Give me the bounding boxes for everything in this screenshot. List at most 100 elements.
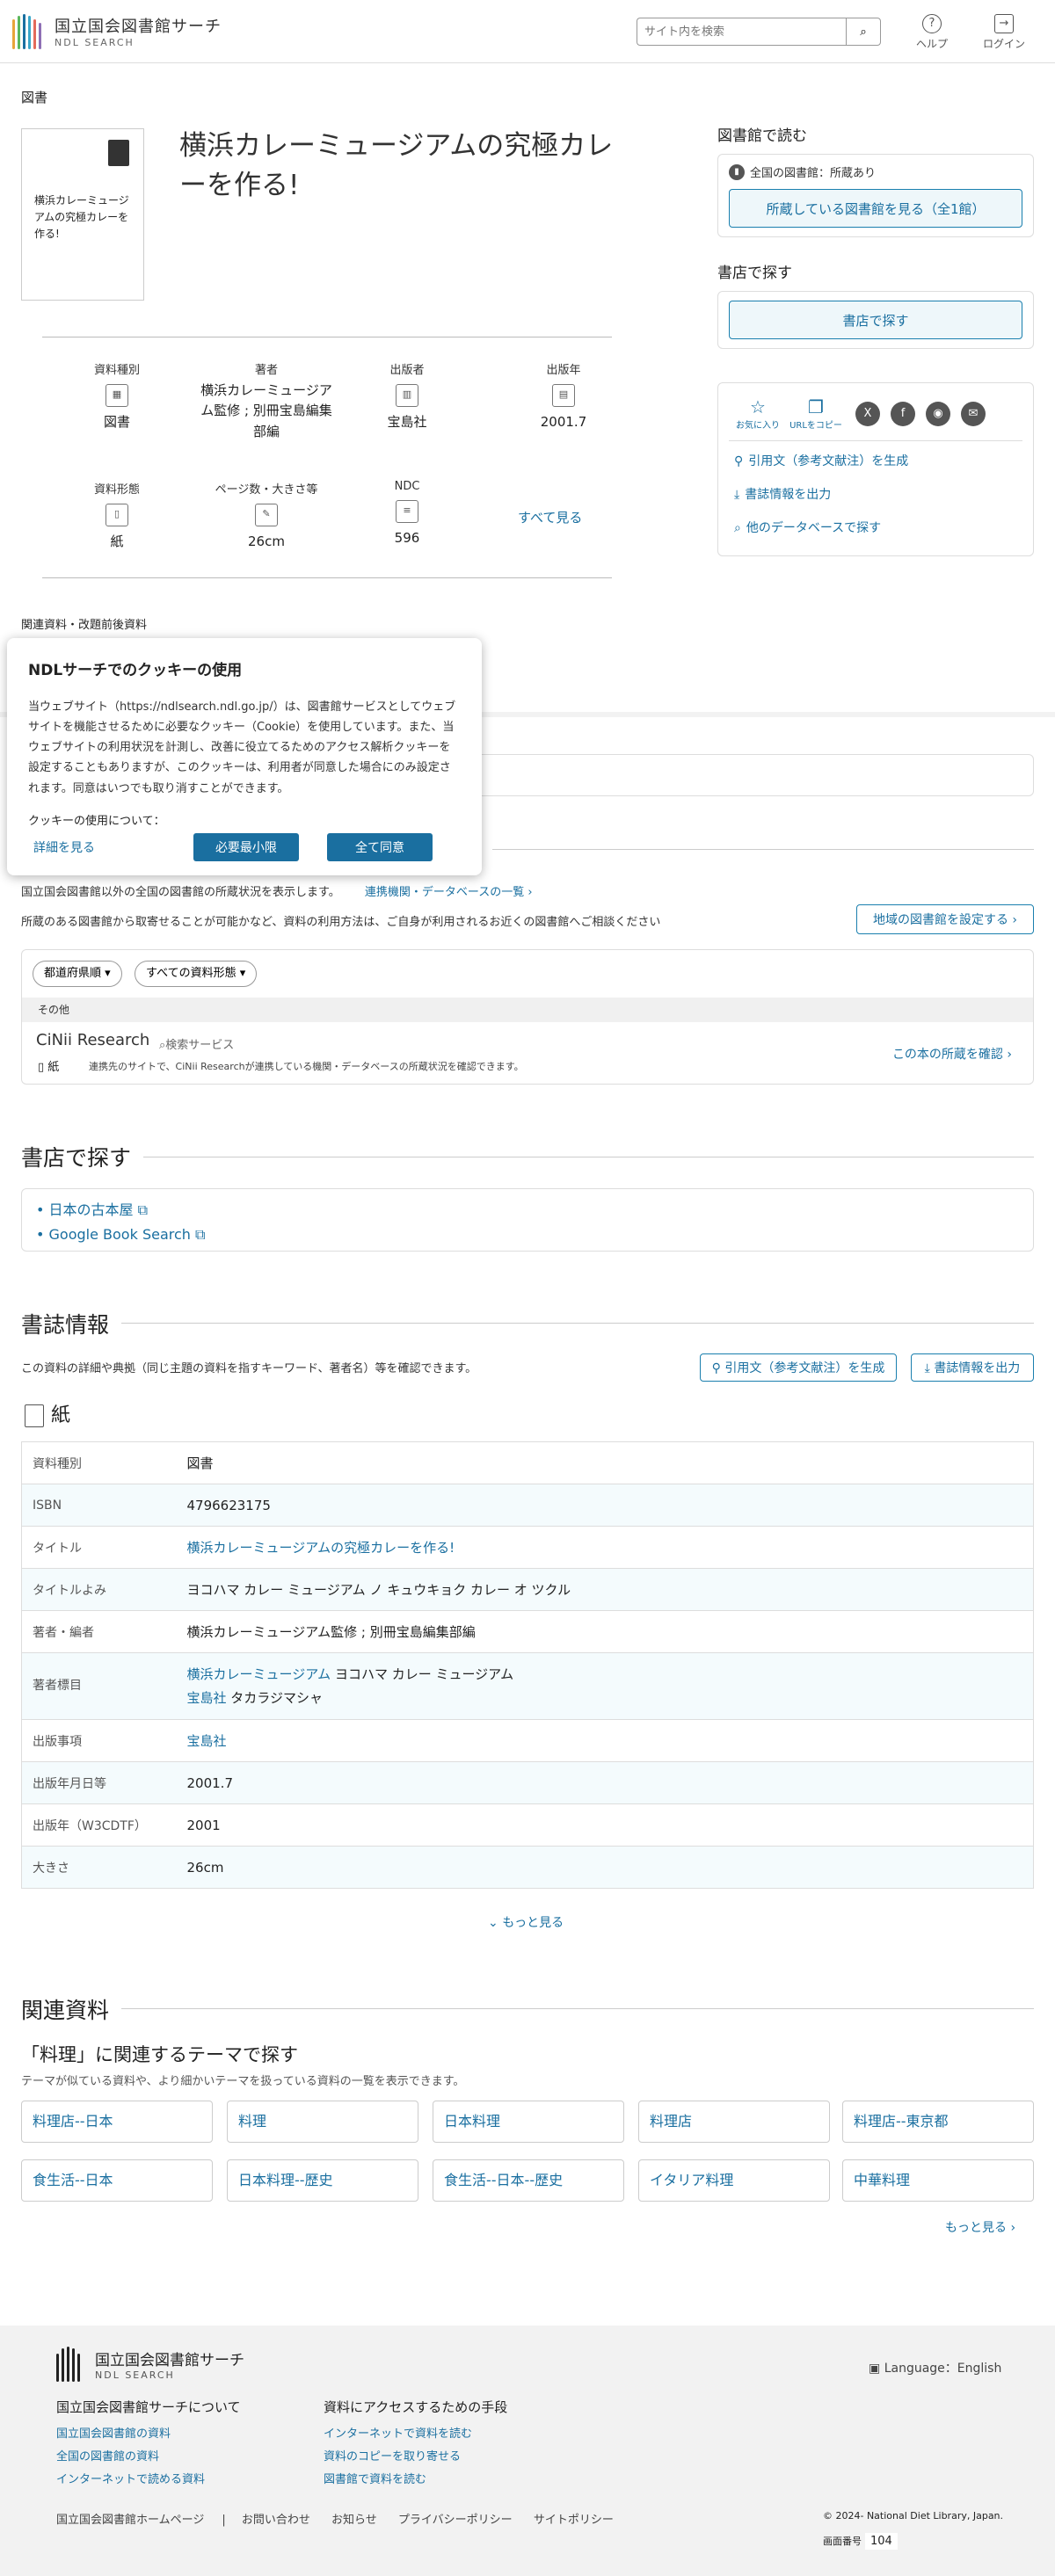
search-input[interactable]	[637, 18, 846, 46]
cite-link[interactable]: ⚲ 引用文（参考文献注）を生成	[734, 452, 1022, 469]
facebook-share-icon[interactable]: f	[891, 401, 915, 426]
meta-type: 資料種別 ▦ 図書	[93, 364, 140, 430]
check-holding-link[interactable]: この本の所蔵を確認 ›	[892, 1045, 1012, 1063]
holder-name: CiNii Research	[36, 1031, 150, 1049]
ruler-icon: ✎	[255, 504, 278, 526]
footer-link[interactable]: 資料のコピーを取り寄せる	[324, 2446, 507, 2469]
library-note-2: 所蔵のある図書館から取寄せることが可能かなど、資料の利用方法は、ご自身が利用され…	[21, 916, 661, 929]
language-icon: ▣	[869, 2362, 884, 2376]
publisher-link[interactable]: 宝島社	[187, 1733, 227, 1749]
footer-bottom-link[interactable]: サイトポリシー	[534, 2514, 614, 2527]
actions-card: ☆ お気に入り ❐ URLをコピー X f ◉ ✉ ⚲ 引用文（参考文献注）を生成 ⤓…	[717, 382, 1034, 556]
theme-tag[interactable]: 日本料理--歴史	[227, 2159, 418, 2202]
copy-url-button[interactable]: ❐ URLをコピー	[787, 396, 845, 431]
title-link[interactable]: 横浜カレーミュージアムの究極カレーを作る!	[187, 1540, 455, 1556]
mail-share-icon[interactable]: ✉	[961, 401, 986, 426]
publisher-icon: ▥	[396, 384, 418, 407]
related-rule	[21, 2008, 1034, 2009]
book-thumbnail: 横浜カレーミュージアムの究極カレーを作る!	[21, 128, 144, 301]
form-filter-dropdown[interactable]: すべての資料形態 ▾	[135, 961, 258, 987]
meta-form: 資料形態 ▯ 紙	[93, 483, 140, 549]
cookie-detail-link[interactable]: 詳細を見る	[28, 838, 193, 856]
theme-tag[interactable]: 食生活--日本--歴史	[433, 2159, 624, 2202]
x-share-icon[interactable]: X	[855, 401, 880, 426]
export-link[interactable]: ⤓ 書誌情報を出力	[734, 485, 1022, 503]
theme-tag[interactable]: 料理店--東京都	[842, 2101, 1034, 2143]
author-heading-link-2[interactable]: 宝島社	[187, 1690, 227, 1706]
shop-heading-side: 書店で探す	[717, 265, 792, 282]
library-icon: ▮	[729, 163, 745, 180]
table-row: タイトルよみ ヨコハマ カレー ミュージアム ノ キュウキョク カレー オ ツクル	[21, 1568, 1034, 1611]
set-region-button[interactable]: 地域の図書館を設定する ›	[856, 904, 1034, 934]
footer-bottom-link[interactable]: お問い合わせ	[242, 2514, 310, 2527]
language-switch[interactable]: ▣ Language：English	[869, 2359, 1001, 2376]
holdings-panel: 都道府県順 ▾ すべての資料形態 ▾ その他 CiNii Research ⌕検…	[21, 949, 1034, 1085]
favorite-button[interactable]: ☆ お気に入り	[729, 396, 787, 431]
partner-list-link[interactable]: 連携機関・データベースの一覧 ›	[365, 886, 533, 899]
more-themes-link[interactable]: もっと見る ›	[945, 2218, 1015, 2236]
footer-logo[interactable]: 国立国会図書館サーチ NDL SEARCH	[56, 2347, 244, 2382]
holding-desc: 連携先のサイトで、CiNii Researchが連携している機関・データベースの…	[89, 1061, 524, 1072]
help-button[interactable]: ? ヘルプ	[906, 14, 958, 51]
theme-heading: 「料理」に関連するテーマで探す	[21, 2044, 298, 2065]
theme-tag[interactable]: 料理	[227, 2101, 418, 2143]
footer-link[interactable]: 図書館で資料を読む	[324, 2469, 507, 2492]
shop-links: 日本の古本屋 ⧉ Google Book Search ⧉	[21, 1188, 1034, 1252]
footer-link[interactable]: 国立国会図書館の資料	[56, 2423, 241, 2446]
footer-bottom-link[interactable]: 国立国会図書館ホームページ	[56, 2514, 204, 2527]
footer-bottom-link[interactable]: お知らせ	[331, 2514, 377, 2527]
login-label: ログイン	[982, 38, 1025, 50]
meta-year: 出版年 ▤ 2001.7	[540, 364, 587, 430]
shop-link-kosho[interactable]: 日本の古本屋	[49, 1201, 134, 1218]
service-badge: ⌕検索サービス	[159, 1039, 235, 1052]
site-search: ⌕	[637, 18, 881, 46]
export-button[interactable]: ⤓ 書誌情報を出力	[911, 1353, 1034, 1382]
cookie-minimum-button[interactable]: 必要最小限	[193, 832, 299, 861]
login-button[interactable]: → ログイン	[978, 14, 1030, 51]
pref-order-dropdown[interactable]: 都道府県順 ▾	[33, 961, 122, 987]
theme-tag[interactable]: イタリア料理	[638, 2159, 830, 2202]
author-heading-link-1[interactable]: 横浜カレーミュージアム	[187, 1666, 331, 1682]
footer-col-about: 国立国会図書館サーチについて 国立国会図書館の資料 全国の図書館の資料 インター…	[56, 2398, 241, 2492]
footer-link[interactable]: インターネットで資料を読む	[324, 2423, 507, 2446]
paper-icon	[25, 1404, 44, 1427]
download-icon: ⤓	[924, 1361, 935, 1375]
meta-publisher: 出版者 ▥ 宝島社	[387, 364, 427, 430]
shop-link-google[interactable]: Google Book Search	[49, 1226, 191, 1243]
shop-card: 書店で探す	[717, 291, 1034, 349]
table-row: 出版年月日等 2001.7	[21, 1761, 1034, 1804]
library-card: ▮ 全国の図書館：所蔵あり 所蔵している図書館を見る（全1館）	[717, 154, 1034, 237]
cite-button[interactable]: ⚲ 引用文（参考文献注）を生成	[700, 1353, 897, 1382]
footer-link[interactable]: インターネットで読める資料	[56, 2469, 241, 2492]
external-link-icon: ⧉	[195, 1226, 206, 1243]
shop-search-button[interactable]: 書店で探す	[729, 301, 1022, 339]
table-row: 出版年（W3CDTF） 2001	[21, 1803, 1034, 1847]
view-holdings-button[interactable]: 所蔵している図書館を見る（全1館）	[729, 189, 1022, 228]
biblio-rule	[21, 1323, 1034, 1324]
site-logo[interactable]: 国立国会図書館サーチ NDL SEARCH	[12, 13, 222, 49]
theme-tag[interactable]: 料理店	[638, 2101, 830, 2143]
see-all-link[interactable]: すべて見る	[518, 508, 582, 526]
line-share-icon[interactable]: ◉	[926, 401, 950, 426]
footer-bottom-link[interactable]: プライバシーポリシー	[398, 2514, 513, 2527]
site-footer: 国立国会図書館サーチ NDL SEARCH ▣ Language：English…	[0, 2326, 1055, 2576]
read-heading: 図書館で読む	[717, 127, 807, 145]
cookie-question: クッキーの使用について：	[28, 814, 165, 828]
theme-tag[interactable]: 中華料理	[842, 2159, 1034, 2202]
theme-tag[interactable]: 食生活--日本	[21, 2159, 213, 2202]
logo-title: 国立国会図書館サーチ	[55, 18, 222, 36]
footer-link[interactable]: 全国の図書館の資料	[56, 2446, 241, 2469]
theme-tag[interactable]: 料理店--日本	[21, 2101, 213, 2143]
chevron-down-icon: ⌄	[488, 1916, 503, 1930]
sidebar: 図書館で読む ▮ 全国の図書館：所蔵あり 所蔵している図書館を見る（全1館） 書店…	[717, 123, 1034, 556]
cookie-accept-all-button[interactable]: 全て同意	[326, 832, 433, 861]
table-row: ISBN 4796623175	[21, 1484, 1034, 1527]
theme-tag[interactable]: 日本料理	[433, 2101, 624, 2143]
search-button[interactable]: ⌕	[846, 18, 881, 46]
show-more-button[interactable]: ⌄ もっと見る	[488, 1913, 564, 1931]
download-icon: ⤓	[734, 488, 740, 502]
search-icon: ⌕	[734, 521, 741, 535]
shop-heading: 書店で探す	[21, 1141, 144, 1172]
breadcrumb: 図書	[21, 90, 48, 105]
other-db-link[interactable]: ⌕ 他のデータベースで探す	[734, 519, 1022, 536]
